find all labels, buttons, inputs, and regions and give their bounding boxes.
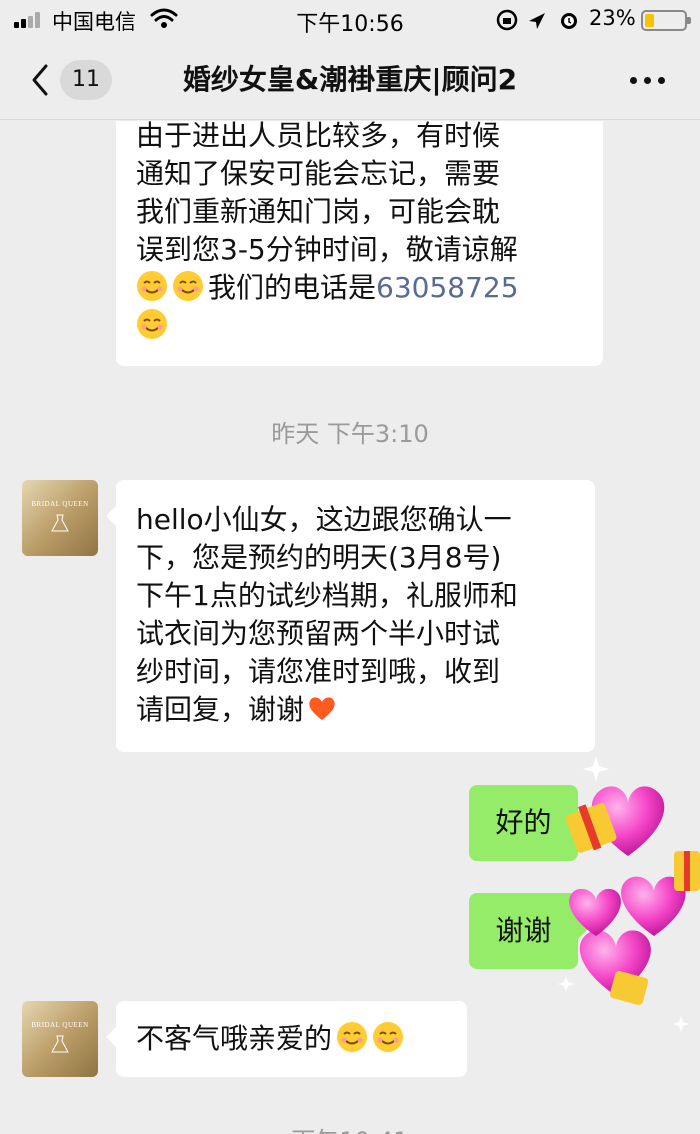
location-icon xyxy=(529,13,545,29)
message-text: 请回复，谢谢 xyxy=(136,693,305,726)
message-bubble-received[interactable]: 由于进出人员比较多，有时候 通知了保安可能会忘记，需要 我们重新通知门岗，可能会… xyxy=(116,121,603,366)
message-line: 下，您是预约的明天(3月8号) xyxy=(136,541,502,574)
message-bubble-received[interactable]: hello小仙女，这边跟您确认一 下，您是预约的明天(3月8号) 下午1点的试纱… xyxy=(106,480,595,752)
battery-icon xyxy=(641,10,691,31)
avatar-brand-text: BRIDAL QUEEN xyxy=(31,1021,89,1029)
smile-emoji-icon xyxy=(137,309,167,339)
hearts-sticker-avatar[interactable] xyxy=(556,746,700,1036)
contact-avatar[interactable]: BRIDAL QUEEN xyxy=(22,1001,98,1077)
alarm-icon xyxy=(561,13,577,29)
message-line: hello小仙女，这边跟您确认一 xyxy=(136,503,512,536)
battery-fill xyxy=(645,14,654,27)
message-line: 我们的电话是63058725 xyxy=(136,269,583,307)
message-line: 由于进出人员比较多，有时候 xyxy=(136,121,501,152)
contact-avatar[interactable]: BRIDAL QUEEN xyxy=(22,480,98,556)
message-line: 下午1点的试纱档期，礼服师和 xyxy=(136,579,518,612)
message-line xyxy=(136,307,583,345)
message-line: 试衣间为您预留两个半小时试 xyxy=(136,617,501,650)
message-text: 我们的电话是 xyxy=(208,271,377,304)
rotation-lock-icon xyxy=(496,9,518,31)
message-bubble-received[interactable]: 不客气哦亲爱的 xyxy=(106,1001,467,1077)
battery-percent: 23% xyxy=(589,6,636,30)
smile-emoji-icon xyxy=(337,1022,368,1052)
smile-emoji-icon xyxy=(173,271,203,301)
status-bar: 中国电信 下午10:56 23% xyxy=(0,0,700,40)
message-text: 谢谢 xyxy=(495,914,552,947)
message-timestamp: 昨天 下午3:10 xyxy=(271,420,429,448)
dress-logo-icon xyxy=(51,514,69,532)
message-text: 好的 xyxy=(495,806,552,839)
message-line: 我们重新通知门岗，可能会耽 xyxy=(136,195,501,228)
chat-message-list[interactable]: 由于进出人员比较多，有时候 通知了保安可能会忘记，需要 我们重新通知门岗，可能会… xyxy=(0,121,700,1134)
chat-title: 婚纱女皇&潮褂重庆|顾问2 xyxy=(182,63,518,96)
smile-emoji-icon xyxy=(373,1022,404,1052)
message-line: 纱时间，请您准时到哦，收到 xyxy=(136,655,501,688)
message-line: 通知了保安可能会忘记，需要 xyxy=(136,157,501,190)
system-status-icons xyxy=(496,9,577,31)
smile-emoji-icon xyxy=(137,271,167,301)
chat-nav-bar: 11 婚纱女皇&潮褂重庆|顾问2 xyxy=(0,40,700,120)
message-line: 请回复，谢谢 xyxy=(136,691,575,729)
heart-emoji-icon xyxy=(309,697,335,720)
message-timestamp: 下午10:41 xyxy=(0,1121,700,1134)
more-options-icon[interactable] xyxy=(628,77,668,85)
avatar-brand-text: BRIDAL QUEEN xyxy=(31,500,89,508)
message-text: 不客气哦亲爱的 xyxy=(136,1022,333,1055)
phone-number-link[interactable]: 63058725 xyxy=(376,271,519,304)
dress-logo-icon xyxy=(51,1035,69,1053)
message-line: 误到您3-5分钟时间，敬请谅解 xyxy=(136,233,518,266)
